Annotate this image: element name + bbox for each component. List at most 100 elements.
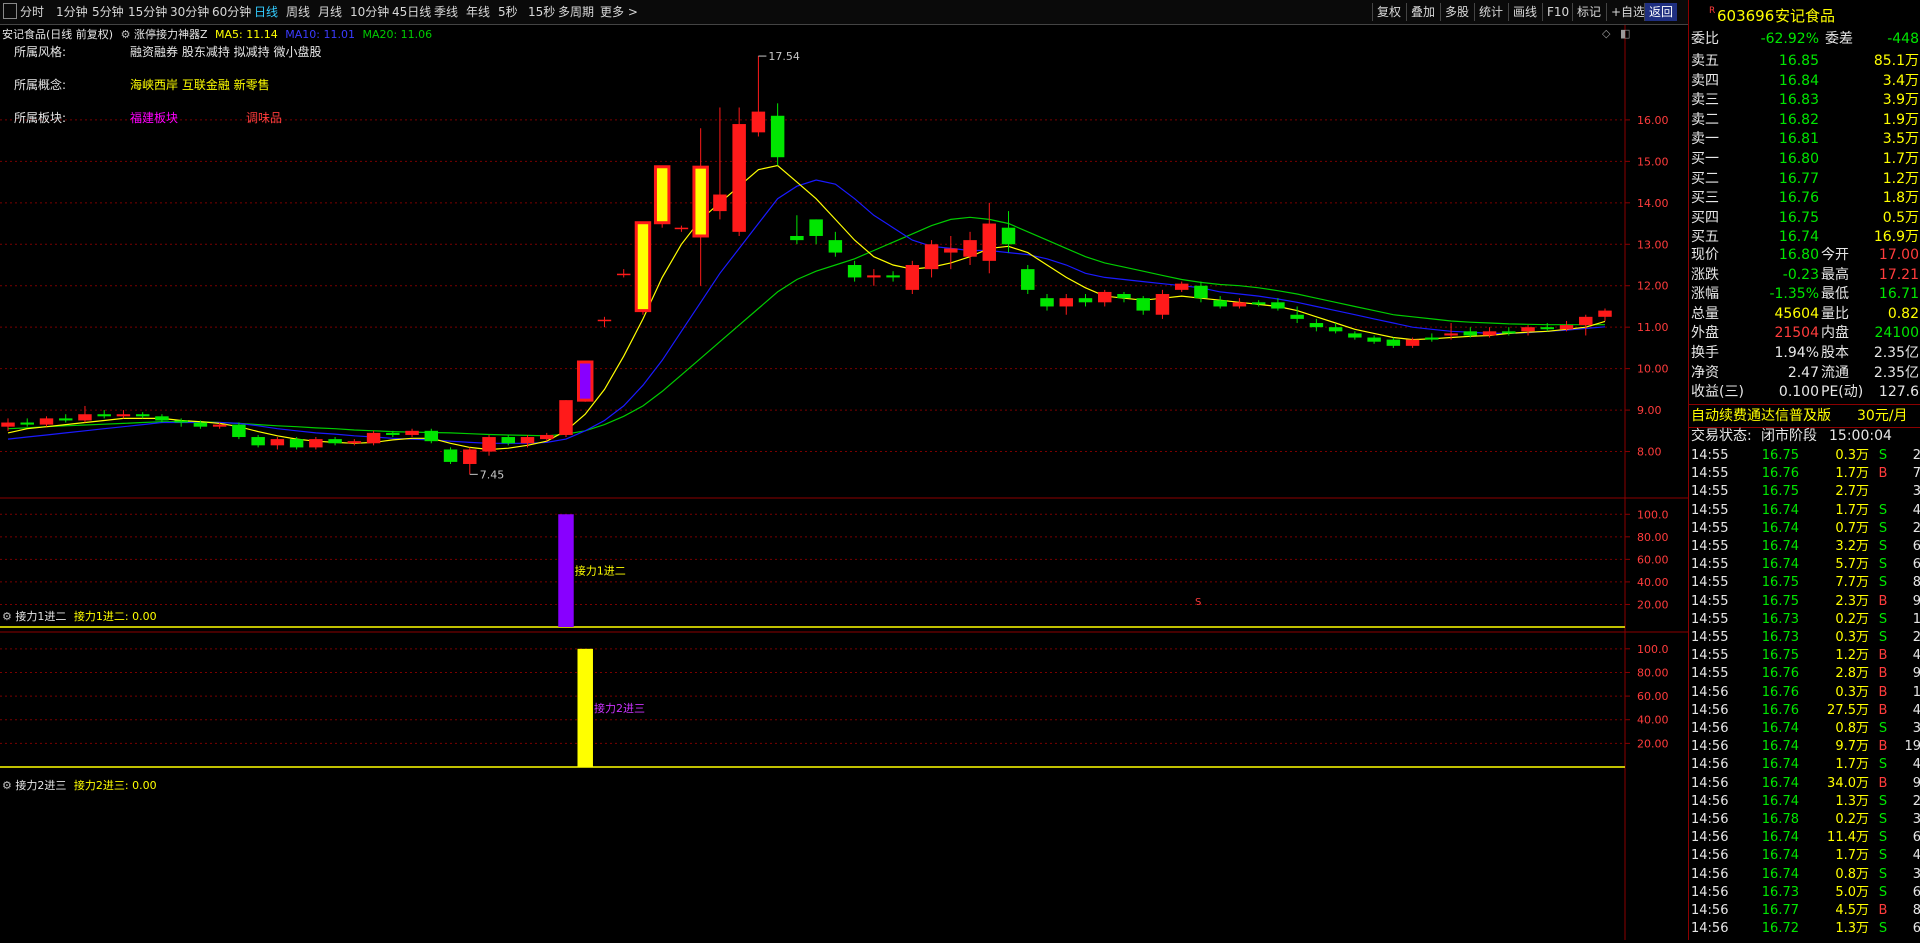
candle-body (405, 430, 419, 435)
tick-direction: B (1878, 702, 1888, 718)
candle-body (1001, 227, 1016, 245)
period-tab[interactable]: 更多 > (600, 4, 638, 20)
tick-list[interactable]: 14:55 16.75 0.3万 S 2 14:55 16.76 1.7万 B 7 14:55 16.… (1689, 446, 1920, 940)
panel-toggle-icon[interactable]: ◧ (1620, 27, 1630, 40)
tick-time: 14:55 (1691, 557, 1729, 573)
stat2-value-2: 2.35亿 (1873, 345, 1919, 361)
toolbar-button[interactable]: 多股 (1440, 3, 1473, 21)
period-tab[interactable]: 1分钟 (56, 4, 88, 20)
period-tab[interactable]: 多周期 (558, 4, 594, 20)
banner-text[interactable]: 自动续费通达信普及版 (1691, 405, 1831, 427)
stat2-label-2: PE(动) (1821, 384, 1864, 401)
candle-body (174, 420, 188, 423)
tick-direction: S (1878, 848, 1888, 864)
tick-price: 16.76 (1761, 666, 1799, 682)
tick-price: 16.75 (1761, 648, 1799, 664)
candle-body (1136, 298, 1150, 311)
ask-row: 卖四 16.84 3.4万 (1689, 72, 1920, 91)
candle-body (289, 439, 304, 448)
candle-body (634, 221, 652, 313)
tick-price: 16.74 (1761, 520, 1799, 536)
period-tab[interactable]: 月线 (318, 4, 342, 20)
tick-row: 14:56 16.74 1.3万 S 2 (1689, 793, 1920, 811)
banner-price[interactable]: 30元/月 (1857, 405, 1908, 427)
tick-time: 14:55 (1691, 648, 1729, 664)
toolbar-button[interactable]: 复权 (1372, 3, 1405, 21)
ask-price: 16.84 (1778, 72, 1819, 89)
indicator-gear-icon[interactable]: ⚙ (121, 28, 131, 41)
indicator-name[interactable]: 涨停接力神器Z (134, 28, 208, 41)
tick-price: 16.74 (1761, 739, 1799, 755)
tick-price: 16.76 (1761, 466, 1799, 482)
period-tab[interactable]: 年线 (466, 4, 490, 20)
period-tab[interactable]: 30分钟 (170, 4, 209, 20)
period-tab[interactable]: 15秒 (528, 4, 555, 20)
kline-chart[interactable]: 16.00 15.00 14.00 13.00 12.00 11.00 10.00 9.00 8… (0, 25, 1688, 940)
ask-label: 卖五 (1691, 53, 1719, 69)
signal-marker: S (1195, 597, 1201, 608)
candle-body (809, 219, 823, 236)
toolbar-button[interactable]: 叠加 (1406, 3, 1439, 21)
period-tab[interactable]: 15分钟 (128, 4, 167, 20)
toolbar-button[interactable]: F10 (1542, 3, 1573, 21)
window-icon[interactable] (3, 3, 17, 19)
stat2-label: 净资 (1691, 364, 1719, 381)
candle-body (770, 115, 785, 158)
period-tab[interactable]: 5分钟 (92, 4, 124, 20)
candle-body (78, 414, 92, 421)
chart-title-row: 安记食品(日线 前复权) ⚙ 涨停接力神器Z MA5: 11.14 MA10: … (2, 26, 432, 42)
tick-row: 14:56 16.74 34.0万 B 9 (1689, 775, 1920, 793)
period-tab[interactable]: 60分钟 (212, 4, 251, 20)
weibi-label: 委比 (1691, 31, 1719, 47)
period-tab[interactable]: 10分钟 (350, 4, 389, 20)
sub2-annotation: 接力2进三 (594, 702, 645, 715)
candle-body (1174, 283, 1189, 290)
tick-row: 14:55 16.73 0.2万 S 1 (1689, 611, 1920, 629)
tick-time: 14:55 (1691, 666, 1729, 682)
stock-name: 安记食品 (1775, 7, 1836, 25)
sub1-title[interactable]: 接力1进二 (15, 610, 66, 623)
y-tick-label: 14.00 (1637, 197, 1669, 210)
sub2-title[interactable]: 接力2进三 (15, 779, 66, 792)
tick-volume: 9.7万 (1835, 739, 1869, 755)
tick-count: 7 (1912, 466, 1920, 482)
candle-body (1559, 325, 1574, 330)
bid-price: 16.75 (1778, 209, 1819, 226)
stat-label: 外盘 (1691, 325, 1719, 342)
period-tab[interactable]: 分时 (20, 4, 44, 20)
tick-count: 2 (1912, 520, 1920, 536)
tick-volume: 7.7万 (1835, 575, 1869, 591)
toolbar-button[interactable]: 返回 (1644, 3, 1678, 21)
tick-time: 14:55 (1691, 575, 1729, 591)
period-tab[interactable]: 周线 (286, 4, 310, 20)
period-tab[interactable]: 5秒 (498, 4, 518, 20)
tick-price: 16.73 (1761, 611, 1799, 627)
subscription-banner[interactable]: 自动续费通达信普及版 30元/月 (1689, 404, 1920, 428)
tick-direction: S (1878, 721, 1888, 736)
period-tab[interactable]: 日线 (254, 4, 278, 20)
stat-label: 总量 (1691, 305, 1719, 322)
period-tab[interactable]: 45日线 (392, 4, 431, 20)
toolbar-button[interactable]: 标记 (1572, 3, 1605, 21)
stock-code: 603696 (1717, 7, 1775, 25)
sub1-menu-icon[interactable]: ⚙ (2, 610, 12, 623)
toolbar-button[interactable]: 统计 (1474, 3, 1507, 21)
tick-time: 14:56 (1691, 721, 1729, 736)
stat-label-2: 量比 (1821, 305, 1849, 322)
ask-label: 卖二 (1691, 111, 1719, 128)
diamond-icon[interactable]: ◇ (1602, 27, 1610, 40)
toolbar-button[interactable]: 画线 (1508, 3, 1541, 21)
y-tick-label: 9.00 (1637, 404, 1662, 417)
stat2-value-2: 127.6 (1878, 384, 1919, 401)
tick-volume: 27.5万 (1827, 702, 1869, 718)
tick-time: 14:56 (1691, 830, 1729, 846)
trade-status-label: 交易状态: (1691, 428, 1752, 444)
toolbar-button[interactable]: +自选 (1606, 3, 1649, 21)
tick-row: 14:55 16.74 1.7万 S 4 (1689, 502, 1920, 520)
period-tab[interactable]: 季线 (434, 4, 458, 20)
sub2-menu-icon[interactable]: ⚙ (2, 779, 12, 792)
tick-volume: 0.2万 (1835, 611, 1869, 627)
candle-body (1444, 333, 1458, 336)
tick-direction: S (1878, 866, 1888, 882)
tick-direction: B (1878, 775, 1888, 791)
